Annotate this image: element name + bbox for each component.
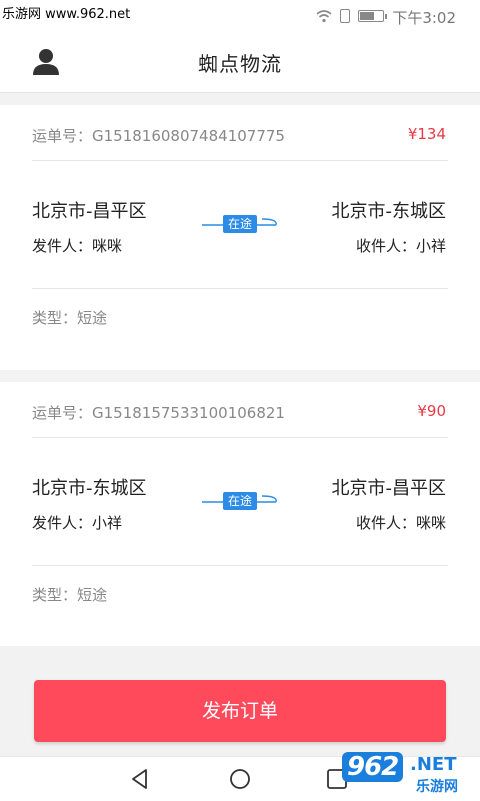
divider — [32, 565, 448, 566]
waybill-number: 运单号：G1518157533100106821 — [32, 404, 285, 422]
receiver-label: 收件人：小祥 — [355, 237, 446, 255]
app-header: 蜘点物流 — [0, 32, 480, 93]
watermark-text: 乐游网 www.962.net — [0, 6, 135, 24]
order-type: 类型：短途 — [32, 309, 108, 327]
order-price: ¥134 — [407, 125, 446, 143]
order-card[interactable]: 运单号：G1518160807484107775 ¥134 北京市-昌平区 北京… — [0, 105, 480, 370]
sender-label: 发件人：小祥 — [32, 514, 123, 532]
order-card[interactable]: 运单号：G1518157533100106821 ¥90 北京市-东城区 北京市… — [0, 382, 480, 646]
transit-indicator: 在途 — [202, 490, 280, 514]
sender-label: 发件人：咪咪 — [32, 237, 123, 255]
home-icon[interactable] — [228, 767, 252, 791]
origin-city: 北京市-昌平区 — [32, 201, 147, 222]
bottom-action-area: 发布订单 — [0, 646, 480, 756]
destination-city: 北京市-昌平区 — [331, 478, 447, 499]
transit-indicator: 在途 — [202, 213, 280, 237]
status-badge: 在途 — [223, 492, 258, 510]
origin-city: 北京市-东城区 — [32, 478, 147, 499]
watermark-logo: 962 .NET 乐游网 — [342, 748, 480, 800]
watermark-logo-number: 962 — [342, 752, 404, 782]
status-time: 下午3:02 — [392, 9, 456, 27]
waybill-row: 运单号：G1518157533100106821 ¥90 — [32, 400, 446, 424]
publish-order-button[interactable]: 发布订单 — [34, 680, 446, 742]
status-bar: 乐游网 www.962.net 下午3:02 — [0, 0, 480, 32]
status-icons — [316, 8, 387, 24]
divider — [32, 437, 448, 438]
section-divider — [0, 93, 480, 105]
battery-icon — [358, 10, 387, 22]
back-icon[interactable] — [128, 767, 152, 791]
order-type: 类型：短途 — [32, 586, 108, 604]
divider — [32, 288, 448, 289]
destination-city: 北京市-东城区 — [331, 201, 447, 222]
status-badge: 在途 — [223, 215, 258, 233]
watermark-logo-net: .NET — [410, 754, 457, 775]
receiver-label: 收件人：咪咪 — [355, 514, 446, 532]
page-title: 蜘点物流 — [198, 52, 282, 76]
waybill-row: 运单号：G1518160807484107775 ¥134 — [32, 123, 446, 147]
divider — [32, 160, 448, 161]
watermark-logo-sub: 乐游网 — [416, 779, 458, 795]
order-price: ¥90 — [417, 402, 446, 420]
waybill-number: 运单号：G1518160807484107775 — [32, 127, 285, 145]
sim-card-icon — [340, 9, 350, 23]
section-divider — [0, 370, 480, 382]
wifi-icon — [316, 10, 332, 23]
